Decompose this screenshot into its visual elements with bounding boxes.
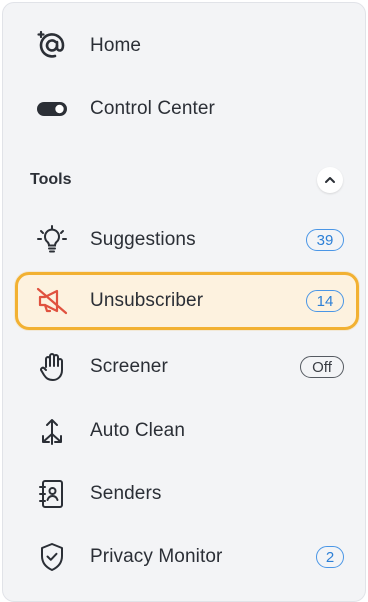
tool-item-screener-label: Screener xyxy=(90,356,168,377)
tool-item-unsubscriber[interactable]: Unsubscriber 14 xyxy=(15,272,359,330)
tool-item-screener[interactable]: Screener Off xyxy=(17,341,357,393)
tool-item-suggestions-label: Suggestions xyxy=(90,229,196,250)
at-sign-sparkle-icon xyxy=(33,27,71,65)
contact-book-icon xyxy=(33,475,71,513)
nav-item-home[interactable]: Home xyxy=(17,20,357,72)
tool-item-unsubscriber-label: Unsubscriber xyxy=(90,290,204,311)
tool-item-privacy-monitor[interactable]: Privacy Monitor 2 xyxy=(17,531,357,583)
hand-icon xyxy=(33,348,71,386)
tool-item-suggestions[interactable]: Suggestions 39 xyxy=(17,214,357,266)
tool-item-auto-clean[interactable]: Auto Clean xyxy=(17,405,357,457)
tool-item-auto-clean-label: Auto Clean xyxy=(90,420,186,441)
count-badge: 39 xyxy=(306,229,344,251)
tool-item-senders-label: Senders xyxy=(90,483,162,504)
sidebar-panel: Home Control Center Tools Suggestions 39… xyxy=(2,2,366,602)
tool-item-privacy-monitor-label: Privacy Monitor xyxy=(90,546,223,567)
nav-item-control-center-label: Control Center xyxy=(90,98,215,119)
tool-item-senders[interactable]: Senders xyxy=(17,468,357,520)
nav-item-control-center[interactable]: Control Center xyxy=(17,83,357,135)
count-badge: 2 xyxy=(316,546,344,568)
muted-megaphone-icon xyxy=(33,282,71,320)
lightbulb-icon xyxy=(33,221,71,259)
collapse-button[interactable] xyxy=(317,167,343,193)
tools-section-title: Tools xyxy=(30,171,72,188)
tools-section-header: Tools xyxy=(30,167,348,193)
toggle-icon xyxy=(33,90,71,128)
chevron-up-icon xyxy=(325,177,335,183)
status-badge: Off xyxy=(300,356,344,378)
nav-item-home-label: Home xyxy=(90,35,142,56)
shield-check-icon xyxy=(33,538,71,576)
arrows-split-icon xyxy=(33,412,71,450)
count-badge: 14 xyxy=(306,290,344,312)
